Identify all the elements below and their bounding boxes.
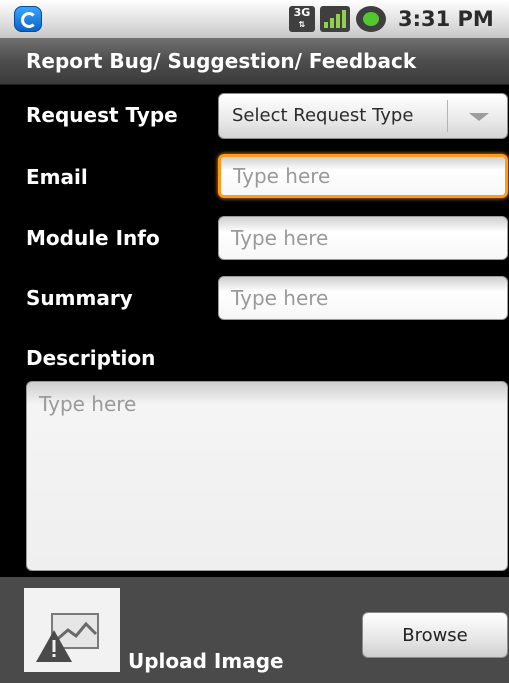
- request-type-label: Request Type: [26, 103, 178, 127]
- request-type-dropdown[interactable]: Select Request Type: [218, 93, 508, 139]
- network-type-label: 3G: [293, 6, 311, 19]
- request-type-selected: Select Request Type: [232, 105, 414, 126]
- page-title: Report Bug/ Suggestion/ Feedback: [26, 49, 417, 73]
- signal-strength-icon: [320, 6, 350, 32]
- module-info-label: Module Info: [26, 226, 160, 250]
- module-info-field[interactable]: [218, 216, 508, 260]
- upload-image-label: Upload Image: [128, 649, 284, 673]
- summary-field[interactable]: [218, 276, 508, 320]
- description-label: Description: [26, 346, 156, 370]
- status-bar: 3G ⇅ 3:31 PM: [0, 0, 509, 38]
- broken-image-icon[interactable]: [24, 588, 120, 672]
- description-field[interactable]: [26, 381, 508, 571]
- report-screen: 3G ⇅ 3:31 PM Report Bug/ Suggestion/ Fee…: [0, 0, 509, 683]
- browse-button[interactable]: Browse: [362, 612, 508, 658]
- battery-icon: [356, 6, 386, 32]
- status-time: 3:31 PM: [398, 7, 494, 31]
- summary-label: Summary: [26, 286, 133, 310]
- dropdown-divider: [447, 100, 448, 132]
- title-bar: Report Bug/ Suggestion/ Feedback: [0, 38, 509, 85]
- network-3g-icon: 3G ⇅: [289, 6, 315, 32]
- email-label: Email: [26, 165, 88, 189]
- email-field[interactable]: [218, 154, 508, 198]
- app-notification-icon: [14, 6, 42, 32]
- chevron-down-icon: [469, 113, 489, 121]
